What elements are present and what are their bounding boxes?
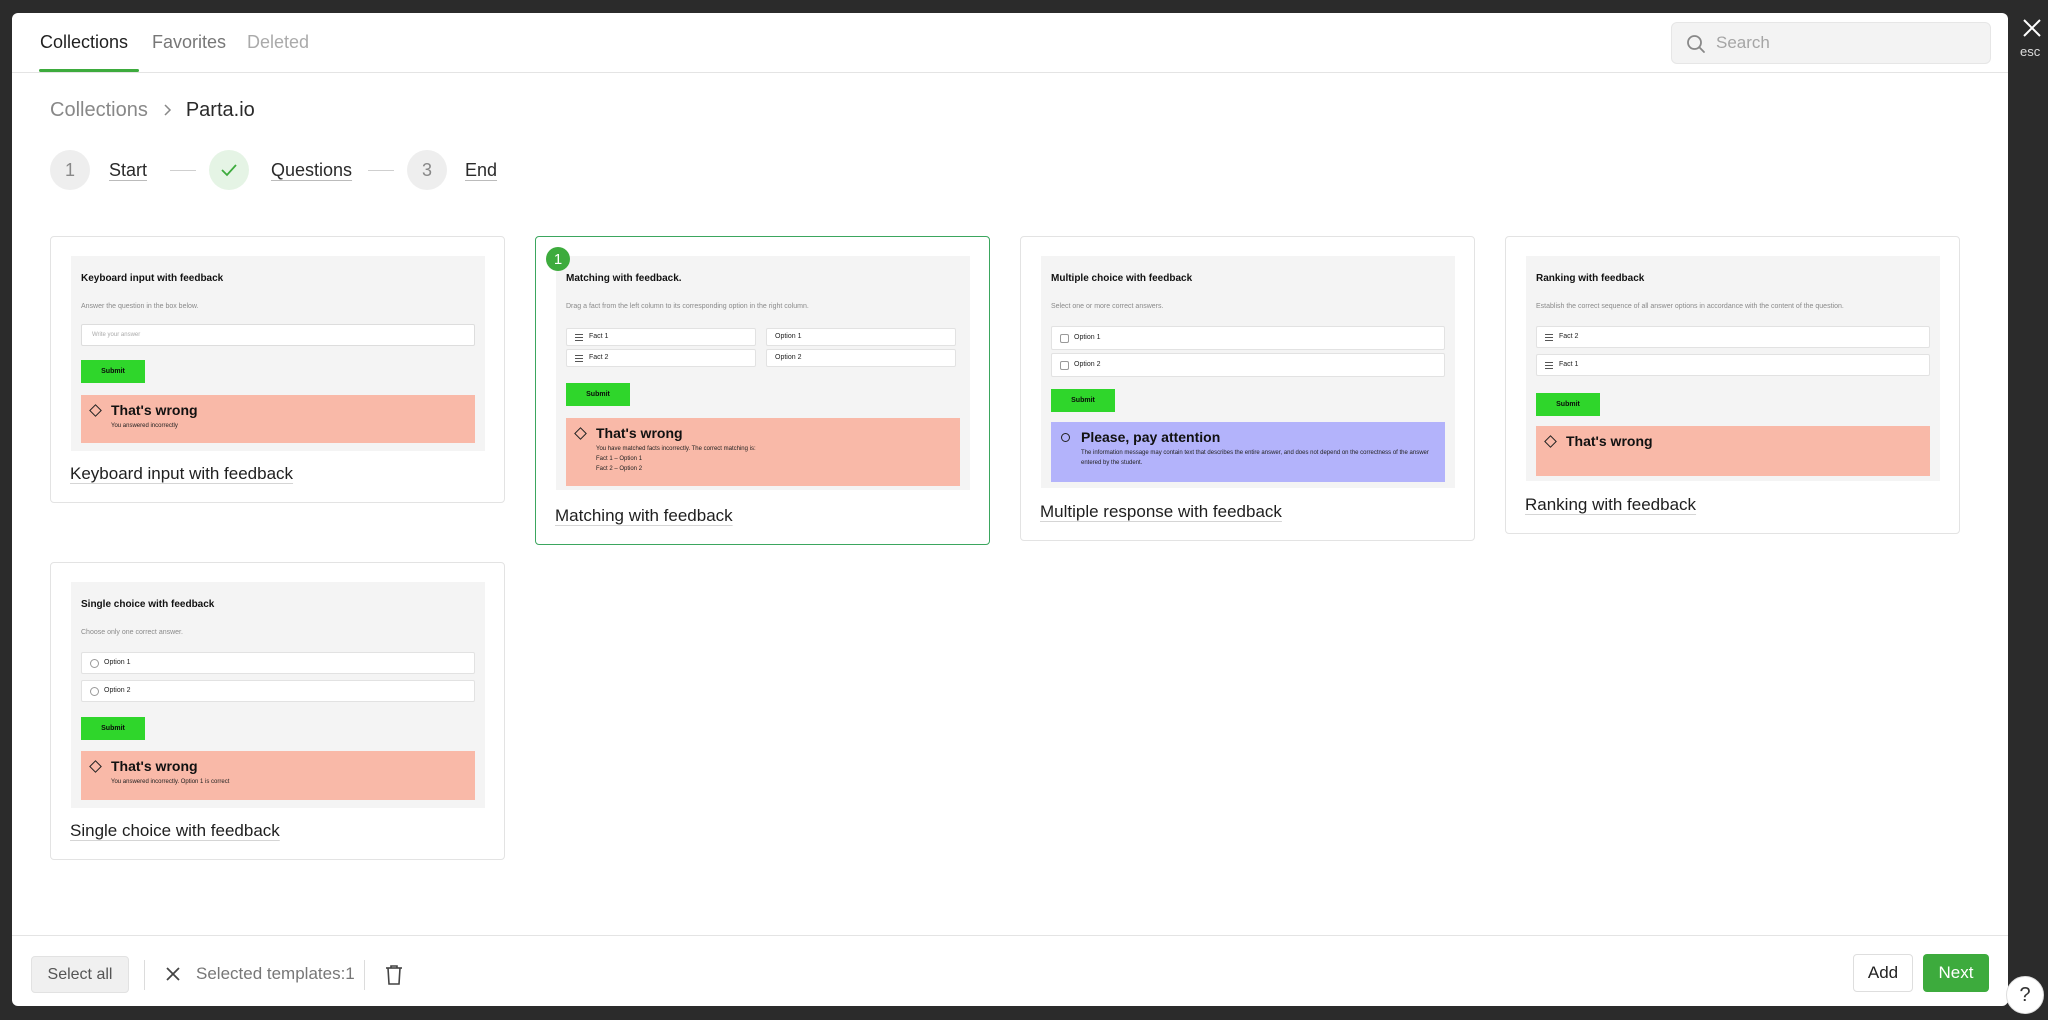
preview-feedback-info: Please, pay attention The information me…	[1051, 422, 1445, 482]
preview-feedback-wrong: That's wrong You answered incorrectly	[81, 395, 475, 443]
step-end-label[interactable]: End	[465, 160, 497, 181]
template-card-matching[interactable]: 1 Matching with feedback. Drag a fact fr…	[535, 236, 990, 545]
preview-option-row: Option 1	[766, 328, 956, 346]
feedback-title: That's wrong	[111, 402, 198, 418]
preview-subtitle: Choose only one correct answer.	[81, 629, 183, 636]
next-button[interactable]: Next	[1923, 954, 1989, 992]
active-tab-indicator	[39, 69, 139, 72]
template-card-ranking[interactable]: Ranking with feedback Establish the corr…	[1505, 236, 1960, 534]
card-title[interactable]: Ranking with feedback	[1525, 495, 1696, 515]
divider	[144, 960, 145, 990]
template-card-single-choice[interactable]: Single choice with feedback Choose only …	[50, 562, 505, 860]
feedback-title: That's wrong	[111, 758, 198, 774]
preview-fact-row: Fact 2	[566, 349, 756, 367]
select-all-button[interactable]: Select all	[31, 956, 129, 993]
preview-checkbox-row: Option 1	[1051, 326, 1445, 350]
help-button[interactable]: ?	[2006, 976, 2044, 1014]
template-preview: Multiple choice with feedback Select one…	[1041, 256, 1455, 488]
feedback-title: That's wrong	[1566, 433, 1653, 449]
preview-title: Keyboard input with feedback	[81, 273, 224, 284]
preview-title: Matching with feedback.	[566, 273, 682, 284]
step-questions-check[interactable]	[209, 150, 249, 190]
feedback-title: That's wrong	[596, 425, 683, 441]
templates-modal: Collections Favorites Deleted Collection…	[12, 13, 2008, 1006]
breadcrumb-current: Parta.io	[185, 99, 255, 121]
template-card-multiple-response[interactable]: Multiple choice with feedback Select one…	[1020, 236, 1475, 541]
preview-checkbox-row: Option 2	[1051, 353, 1445, 377]
template-preview: Keyboard input with feedback Answer the …	[71, 256, 485, 451]
preview-subtitle: Drag a fact from the left column to its …	[566, 303, 809, 310]
feedback-text: You answered incorrectly	[111, 423, 178, 429]
preview-submit-button: Submit	[1536, 393, 1600, 416]
search-box[interactable]	[1671, 22, 1991, 64]
chevron-right-icon	[162, 99, 172, 122]
step-connector	[170, 170, 196, 171]
preview-submit-button: Submit	[566, 383, 630, 406]
feedback-text: You have matched facts incorrectly. The …	[596, 446, 756, 472]
preview-title: Single choice with feedback	[81, 599, 215, 610]
preview-title: Ranking with feedback	[1536, 273, 1645, 284]
preview-radio-row: Option 1	[81, 652, 475, 674]
top-bar: Collections Favorites Deleted	[12, 13, 2008, 73]
selection-badge: 1	[546, 247, 570, 271]
trash-icon[interactable]	[384, 964, 404, 991]
template-preview: Single choice with feedback Choose only …	[71, 582, 485, 808]
preview-title: Multiple choice with feedback	[1051, 273, 1193, 284]
bottom-action-bar: Select all Selected templates:1 Add Next	[12, 935, 2008, 1006]
preview-submit-button: Submit	[81, 360, 145, 383]
preview-subtitle: Establish the correct sequence of all an…	[1536, 303, 1844, 310]
info-icon	[1061, 433, 1070, 442]
selected-templates-count: Selected templates:1	[196, 964, 355, 983]
preview-submit-button: Submit	[1051, 389, 1115, 412]
step-connector	[368, 170, 394, 171]
preview-subtitle: Answer the question in the box below.	[81, 303, 199, 310]
preview-answer-input: Write your answer	[81, 324, 475, 346]
tab-deleted[interactable]: Deleted	[247, 32, 309, 53]
diamond-icon	[1544, 435, 1557, 448]
template-preview: Matching with feedback. Drag a fact from…	[556, 256, 970, 490]
breadcrumb: Collections Parta.io	[50, 99, 255, 122]
step-end-number[interactable]: 3	[407, 150, 447, 190]
preview-option-row: Option 2	[766, 349, 956, 367]
step-start-label[interactable]: Start	[109, 160, 147, 181]
esc-hint: esc	[2020, 44, 2041, 59]
preview-rank-row: Fact 1	[1536, 354, 1930, 376]
breadcrumb-collections-link[interactable]: Collections	[50, 99, 148, 122]
tab-collections[interactable]: Collections	[40, 32, 128, 53]
search-input[interactable]	[1716, 23, 1976, 63]
check-icon	[221, 164, 237, 177]
preview-feedback-wrong: That's wrong You have matched facts inco…	[566, 418, 960, 486]
divider	[364, 960, 365, 990]
preview-rank-row: Fact 2	[1536, 326, 1930, 348]
step-start-number[interactable]: 1	[50, 150, 90, 190]
card-title[interactable]: Keyboard input with feedback	[70, 464, 293, 484]
template-card-keyboard-input[interactable]: Keyboard input with feedback Answer the …	[50, 236, 505, 503]
diamond-icon	[89, 760, 102, 773]
diamond-icon	[89, 404, 102, 417]
diamond-icon	[574, 427, 587, 440]
step-questions-label[interactable]: Questions	[271, 160, 352, 181]
card-title[interactable]: Multiple response with feedback	[1040, 502, 1282, 522]
search-icon	[1687, 35, 1705, 53]
preview-fact-row: Fact 1	[566, 328, 756, 346]
tab-favorites[interactable]: Favorites	[152, 32, 226, 53]
preview-submit-button: Submit	[81, 717, 145, 740]
feedback-title: Please, pay attention	[1081, 429, 1221, 445]
preview-feedback-wrong: That's wrong You answered incorrectly. O…	[81, 751, 475, 800]
preview-feedback-wrong: That's wrong	[1536, 426, 1930, 476]
close-icon[interactable]	[2022, 18, 2042, 43]
stepper: 1 Start Questions 3 End	[50, 150, 550, 192]
card-title[interactable]: Single choice with feedback	[70, 821, 280, 841]
template-preview: Ranking with feedback Establish the corr…	[1526, 256, 1940, 481]
add-button[interactable]: Add	[1853, 954, 1913, 992]
preview-subtitle: Select one or more correct answers.	[1051, 303, 1164, 310]
clear-selection-icon[interactable]	[165, 966, 181, 987]
feedback-text: The information message may contain text…	[1081, 450, 1429, 466]
card-title[interactable]: Matching with feedback	[555, 506, 733, 526]
preview-radio-row: Option 2	[81, 680, 475, 702]
feedback-text: You answered incorrectly. Option 1 is co…	[111, 779, 230, 785]
